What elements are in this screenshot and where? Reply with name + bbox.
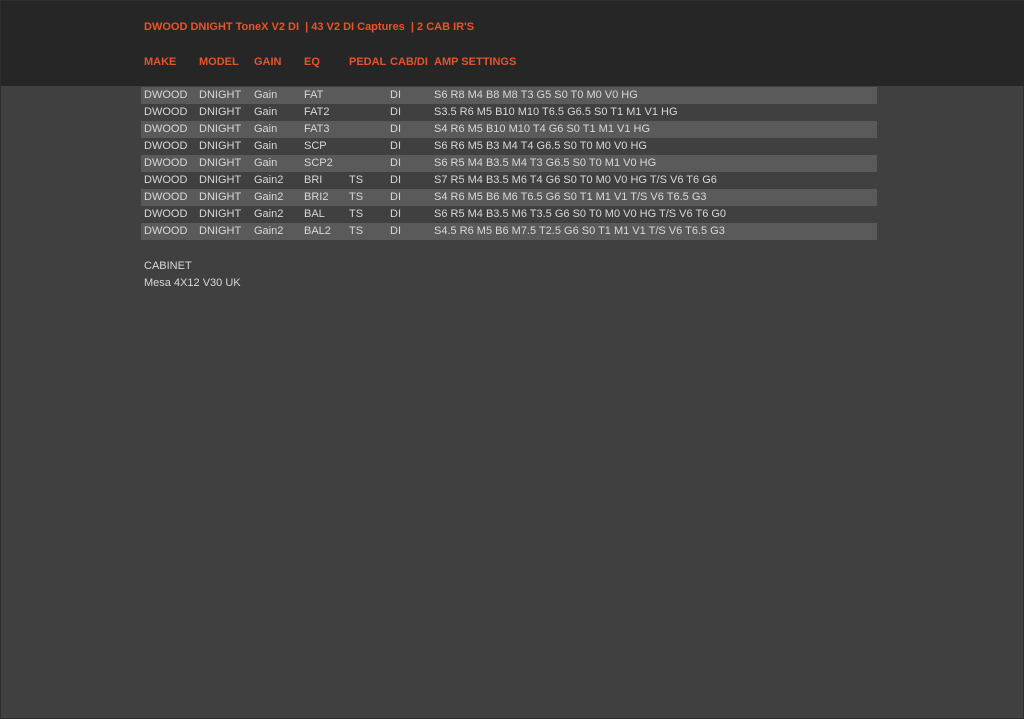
cell-make: DWOOD — [144, 89, 188, 101]
column-header-eq: EQ — [304, 56, 320, 68]
cell-gain: Gain — [254, 140, 278, 152]
cell-amp-settings: S6 R6 M5 B3 M4 T4 G6.5 S0 T0 M0 V0 HG — [434, 140, 647, 152]
cell-make: DWOOD — [144, 191, 188, 203]
cell-amp-settings: S6 R5 M4 B3.5 M4 T3 G6.5 S0 T0 M1 V0 HG — [434, 157, 657, 169]
cell-eq: SCP2 — [304, 157, 333, 169]
cell-eq: BRI2 — [304, 191, 329, 203]
cell-pedal: TS — [349, 191, 364, 203]
cell-gain: Gain2 — [254, 208, 284, 220]
cell-gain: Gain — [254, 157, 278, 169]
cell-amp-settings: S4.5 R6 M5 B6 M7.5 T2.5 G6 S0 T1 M1 V1 T… — [434, 225, 725, 237]
cell-model: DNIGHT — [199, 106, 242, 118]
cell-amp-settings: S4 R6 M5 B10 M10 T4 G6 S0 T1 M1 V1 HG — [434, 123, 651, 135]
captures-table: DWOOD DNIGHT Gain FAT DI S6 R8 M4 B8 M8 … — [141, 87, 877, 240]
cell-make: DWOOD — [144, 123, 188, 135]
cell-eq: BRI — [304, 174, 323, 186]
cell-model: DNIGHT — [199, 174, 242, 186]
cell-model: DNIGHT — [199, 157, 242, 169]
cell-gain: Gain2 — [254, 225, 284, 237]
cell-cab-di: DI — [390, 191, 401, 203]
cell-make: DWOOD — [144, 174, 188, 186]
cell-make: DWOOD — [144, 225, 188, 237]
column-header-make: MAKE — [144, 56, 177, 68]
cell-eq: FAT — [304, 89, 324, 101]
document-page: DWOOD DNIGHT ToneX V2 DI | 43 V2 DI Capt… — [0, 0, 1024, 719]
cell-cab-di: DI — [390, 225, 401, 237]
cell-gain: Gain — [254, 89, 278, 101]
cell-eq: SCP — [304, 140, 327, 152]
cell-gain: Gain — [254, 123, 278, 135]
cell-model: DNIGHT — [199, 208, 242, 220]
cell-cab-di: DI — [390, 123, 401, 135]
cabinet-value: Mesa 4X12 V30 UK — [144, 277, 241, 289]
cell-eq: FAT3 — [304, 123, 330, 135]
column-header-gain: GAIN — [254, 56, 282, 68]
cell-gain: Gain — [254, 106, 278, 118]
cell-amp-settings: S3.5 R6 M5 B10 M10 T6.5 G6.5 S0 T1 M1 V1… — [434, 106, 678, 118]
cell-model: DNIGHT — [199, 140, 242, 152]
table-row: DWOOD DNIGHT Gain2 BAL2 TS DI S4.5 R6 M5… — [141, 223, 877, 240]
table-row: DWOOD DNIGHT Gain2 BRI2 TS DI S4 R6 M5 B… — [141, 189, 877, 206]
cell-cab-di: DI — [390, 140, 401, 152]
column-header-cab-di: CAB/DI — [390, 56, 428, 68]
cell-make: DWOOD — [144, 157, 188, 169]
cell-amp-settings: S7 R5 M4 B3.5 M6 T4 G6 S0 T0 M0 V0 HG T/… — [434, 174, 717, 186]
cell-eq: FAT2 — [304, 106, 330, 118]
cabinet-label: CABINET — [144, 260, 192, 272]
column-header-model: MODEL — [199, 56, 239, 68]
column-header-amp-settings: AMP SETTINGS — [434, 56, 517, 68]
cell-amp-settings: S4 R6 M5 B6 M6 T6.5 G6 S0 T1 M1 V1 T/S V… — [434, 191, 707, 203]
cell-model: DNIGHT — [199, 123, 242, 135]
table-row: DWOOD DNIGHT Gain2 BRI TS DI S7 R5 M4 B3… — [141, 172, 877, 189]
cell-cab-di: DI — [390, 106, 401, 118]
cell-cab-di: DI — [390, 89, 401, 101]
cell-eq: BAL2 — [304, 225, 331, 237]
column-header-pedal: PEDAL — [349, 56, 387, 68]
table-row: DWOOD DNIGHT Gain FAT DI S6 R8 M4 B8 M8 … — [141, 87, 877, 104]
cell-eq: BAL — [304, 208, 325, 220]
table-row: DWOOD DNIGHT Gain2 BAL TS DI S6 R5 M4 B3… — [141, 206, 877, 223]
header-bar: DWOOD DNIGHT ToneX V2 DI | 43 V2 DI Capt… — [1, 1, 1024, 86]
table-row: DWOOD DNIGHT Gain FAT2 DI S3.5 R6 M5 B10… — [141, 104, 877, 121]
cell-gain: Gain2 — [254, 174, 284, 186]
table-row: DWOOD DNIGHT Gain FAT3 DI S4 R6 M5 B10 M… — [141, 121, 877, 138]
cell-amp-settings: S6 R8 M4 B8 M8 T3 G5 S0 T0 M0 V0 HG — [434, 89, 638, 101]
cell-make: DWOOD — [144, 140, 188, 152]
cell-pedal: TS — [349, 225, 364, 237]
table-row: DWOOD DNIGHT Gain SCP DI S6 R6 M5 B3 M4 … — [141, 138, 877, 155]
cell-make: DWOOD — [144, 106, 188, 118]
cell-model: DNIGHT — [199, 191, 242, 203]
table-row: DWOOD DNIGHT Gain SCP2 DI S6 R5 M4 B3.5 … — [141, 155, 877, 172]
cell-cab-di: DI — [390, 157, 401, 169]
cell-pedal: TS — [349, 174, 364, 186]
cell-make: DWOOD — [144, 208, 188, 220]
cell-cab-di: DI — [390, 174, 401, 186]
cell-pedal: TS — [349, 208, 364, 220]
cell-model: DNIGHT — [199, 89, 242, 101]
cell-cab-di: DI — [390, 208, 401, 220]
cell-gain: Gain2 — [254, 191, 284, 203]
cell-model: DNIGHT — [199, 225, 242, 237]
page-title: DWOOD DNIGHT ToneX V2 DI | 43 V2 DI Capt… — [144, 21, 475, 33]
cell-amp-settings: S6 R5 M4 B3.5 M6 T3.5 G6 S0 T0 M0 V0 HG … — [434, 208, 727, 220]
